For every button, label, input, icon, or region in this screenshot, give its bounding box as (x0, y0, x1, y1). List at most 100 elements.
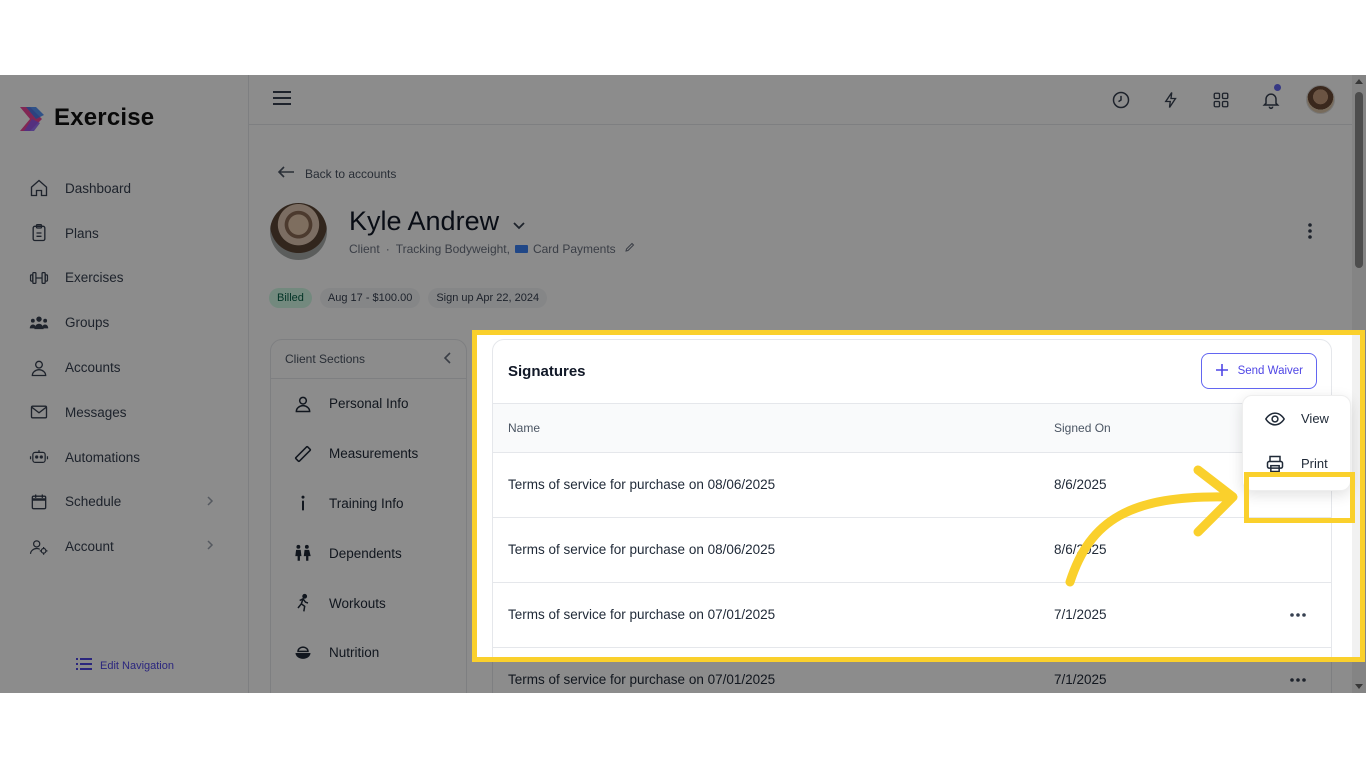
client-tracking: Tracking Bodyweight, (395, 241, 510, 256)
signature-date: 8/6/2025 (1054, 477, 1107, 492)
clipboard-icon (29, 223, 49, 243)
sidebar-item-messages[interactable]: Messages (0, 390, 249, 435)
table-row[interactable]: Terms of service for purchase on 08/06/2… (493, 453, 1331, 518)
section-label: Training Info (329, 495, 404, 511)
sidebar-item-label: Dashboard (65, 180, 132, 196)
sidebar-item-accounts[interactable]: Accounts (0, 345, 249, 390)
sidebar-item-automations[interactable]: Automations (0, 435, 249, 480)
chevron-down-icon (513, 206, 525, 237)
client-role: Client (349, 241, 380, 256)
running-icon (293, 593, 313, 613)
section-workouts[interactable]: Workouts (271, 578, 466, 628)
home-icon (29, 178, 49, 198)
section-training-info[interactable]: Training Info (271, 479, 466, 529)
user-icon (29, 358, 49, 378)
column-header-name: Name (508, 421, 541, 435)
app-logo[interactable]: Exercise (18, 104, 154, 132)
section-personal-info[interactable]: Personal Info (271, 379, 466, 429)
sidebar-item-plans[interactable]: Plans (0, 211, 249, 256)
row-more-icon[interactable] (1290, 605, 1306, 620)
info-icon (293, 493, 313, 513)
back-label: Back to accounts (305, 166, 397, 181)
sidebar-item-account[interactable]: Account (0, 524, 249, 569)
edit-navigation-link[interactable]: Edit Navigation (76, 657, 174, 674)
logo-icon (18, 105, 44, 131)
credit-card-icon (514, 244, 528, 253)
dumbbell-icon (29, 268, 49, 288)
scroll-up-arrow-icon[interactable] (1355, 79, 1363, 84)
edit-navigation-label: Edit Navigation (100, 659, 174, 672)
mail-icon (29, 402, 49, 422)
sidebar-item-schedule[interactable]: Schedule (0, 480, 249, 525)
print-menu-item[interactable]: Print (1243, 441, 1350, 486)
back-to-accounts-link[interactable]: Back to accounts (277, 165, 396, 182)
sidebar: Exercise Dashboard Plans Exercises Group… (0, 75, 249, 693)
ruler-icon (293, 444, 313, 464)
chevron-right-icon (205, 539, 215, 554)
signature-date: 7/1/2025 (1054, 672, 1107, 687)
robot-icon (29, 447, 49, 467)
client-sections-panel: Client Sections Personal Info Measuremen… (270, 339, 467, 693)
menu-toggle-icon[interactable] (273, 90, 291, 111)
section-label: Dependents (329, 545, 402, 561)
users-icon (29, 313, 49, 333)
sidebar-item-label: Plans (65, 225, 99, 241)
arrow-left-icon (277, 165, 295, 182)
signature-date: 7/1/2025 (1054, 607, 1107, 622)
top-bar (249, 75, 1356, 125)
sidebar-item-dashboard[interactable]: Dashboard (0, 166, 249, 211)
section-measurements[interactable]: Measurements (271, 429, 466, 479)
send-waiver-button[interactable]: Send Waiver (1200, 353, 1317, 389)
bell-icon[interactable] (1260, 84, 1282, 111)
sidebar-item-label: Exercises (65, 270, 124, 286)
signatures-title: Signatures (508, 363, 586, 380)
pencil-icon[interactable] (624, 241, 636, 256)
section-label: Nutrition (329, 645, 380, 661)
app-name: Exercise (54, 104, 155, 131)
row-more-icon[interactable] (1290, 670, 1306, 685)
status-badges: Billed Aug 17 - $100.00 Sign up Apr 22, … (269, 288, 555, 308)
billing-badge: Aug 17 - $100.00 (319, 288, 421, 308)
signature-name: Terms of service for purchase on 08/06/2… (508, 542, 776, 557)
sidebar-item-label: Groups (65, 315, 110, 331)
table-row[interactable]: Terms of service for purchase on 08/06/2… (493, 518, 1331, 583)
sidebar-item-label: Messages (65, 404, 127, 420)
section-label: Measurements (329, 446, 419, 462)
table-row[interactable]: Terms of service for purchase on 07/01/2… (493, 648, 1331, 693)
scroll-down-arrow-icon[interactable] (1355, 684, 1363, 689)
table-row[interactable]: Terms of service for purchase on 07/01/2… (493, 583, 1331, 648)
scrollbar-thumb[interactable] (1355, 92, 1363, 268)
page-scrollbar[interactable] (1352, 75, 1366, 693)
sidebar-item-label: Account (65, 539, 114, 555)
user-gear-icon (29, 537, 49, 557)
client-name: Kyle Andrew (349, 206, 500, 236)
chevron-left-icon[interactable] (443, 352, 452, 367)
section-dependents[interactable]: Dependents (271, 528, 466, 578)
bowl-icon (293, 643, 313, 663)
signatures-card: Signatures Send Waiver Name Signed On Te… (492, 339, 1332, 693)
notification-dot (1274, 84, 1281, 91)
row-actions-menu: View Print (1242, 395, 1351, 491)
sidebar-item-exercises[interactable]: Exercises (0, 256, 249, 301)
app-window: Exercise Dashboard Plans Exercises Group… (0, 75, 1366, 693)
client-payments: Card Payments (532, 241, 616, 256)
sidebar-item-groups[interactable]: Groups (0, 300, 249, 345)
user-avatar[interactable] (1306, 85, 1335, 114)
meta-separator: · (385, 241, 390, 256)
more-options-icon[interactable] (1307, 222, 1313, 245)
client-name-dropdown[interactable]: Kyle Andrew (349, 206, 525, 237)
calendar-icon (29, 492, 49, 512)
clock-icon[interactable] (1110, 89, 1132, 111)
eye-icon (1265, 411, 1285, 427)
view-menu-item[interactable]: View (1243, 396, 1350, 441)
client-sections-title: Client Sections (285, 352, 366, 366)
section-nutrition[interactable]: Nutrition (271, 628, 466, 678)
signature-name: Terms of service for purchase on 07/01/2… (508, 672, 776, 687)
table-header: Name Signed On (493, 404, 1331, 453)
printer-icon (1265, 454, 1285, 474)
print-label: Print (1301, 456, 1328, 471)
chevron-right-icon (205, 495, 215, 510)
lightning-icon[interactable] (1160, 89, 1182, 111)
signatures-header: Signatures Send Waiver (493, 340, 1331, 404)
apps-grid-icon[interactable] (1210, 89, 1232, 111)
